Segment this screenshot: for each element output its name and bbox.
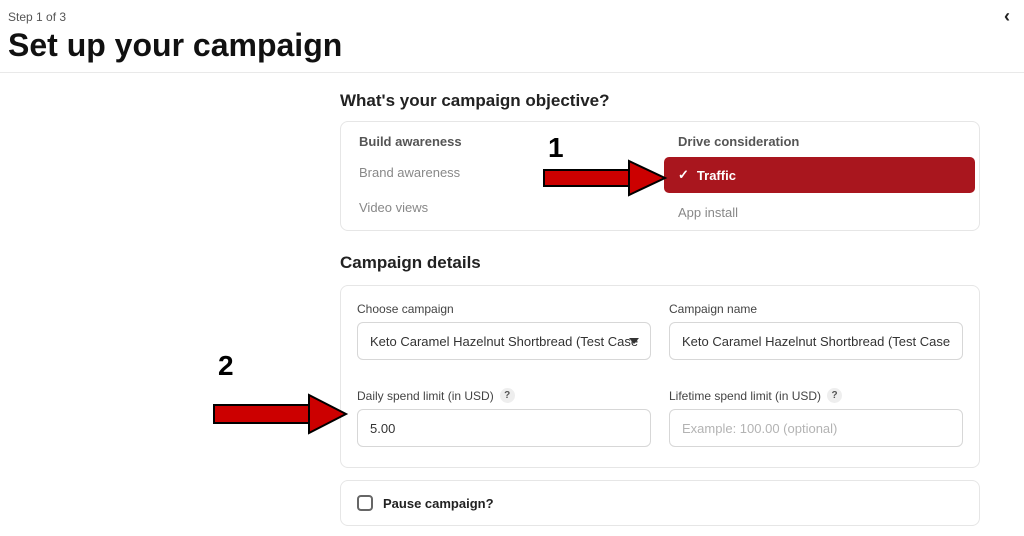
- objective-traffic[interactable]: ✓ Traffic: [664, 157, 975, 193]
- campaign-name-input[interactable]: [669, 322, 963, 360]
- help-icon[interactable]: ?: [500, 388, 515, 403]
- step-indicator: Step 1 of 3: [8, 10, 66, 24]
- pause-checkbox[interactable]: [357, 495, 373, 511]
- objective-header-awareness: Build awareness: [341, 122, 660, 155]
- objective-col-consideration: Drive consideration ✓ Traffic App instal…: [660, 122, 979, 230]
- campaign-name-label: Campaign name: [669, 302, 963, 316]
- pause-label: Pause campaign?: [383, 496, 494, 511]
- back-chevron-icon[interactable]: ‹: [1004, 6, 1016, 27]
- objective-traffic-label: Traffic: [697, 168, 736, 183]
- lifetime-limit-input[interactable]: [669, 409, 963, 447]
- choose-campaign-label: Choose campaign: [357, 302, 651, 316]
- top-bar: Step 1 of 3 ‹ Set up your campaign: [0, 0, 1024, 73]
- details-heading: Campaign details: [340, 253, 980, 273]
- objective-heading: What's your campaign objective?: [340, 91, 980, 111]
- annotation-number-2: 2: [218, 350, 234, 382]
- help-icon[interactable]: ?: [827, 388, 842, 403]
- pause-card: Pause campaign?: [340, 480, 980, 526]
- lifetime-limit-label: Lifetime spend limit (in USD): [669, 389, 821, 403]
- page-title: Set up your campaign: [8, 27, 1016, 64]
- daily-limit-input[interactable]: [357, 409, 651, 447]
- objective-app-install[interactable]: App install: [660, 195, 979, 230]
- annotation-arrow-1: [540, 158, 670, 198]
- choose-campaign-select[interactable]: Keto Caramel Hazelnut Shortbread (Test C…: [357, 322, 651, 360]
- annotation-arrow-2: [210, 392, 350, 436]
- details-card: Choose campaign Keto Caramel Hazelnut Sh…: [340, 285, 980, 468]
- check-icon: ✓: [678, 167, 689, 183]
- objective-header-consideration: Drive consideration: [660, 122, 979, 155]
- main-content: What's your campaign objective? Build aw…: [340, 91, 980, 526]
- daily-limit-label: Daily spend limit (in USD): [357, 389, 494, 403]
